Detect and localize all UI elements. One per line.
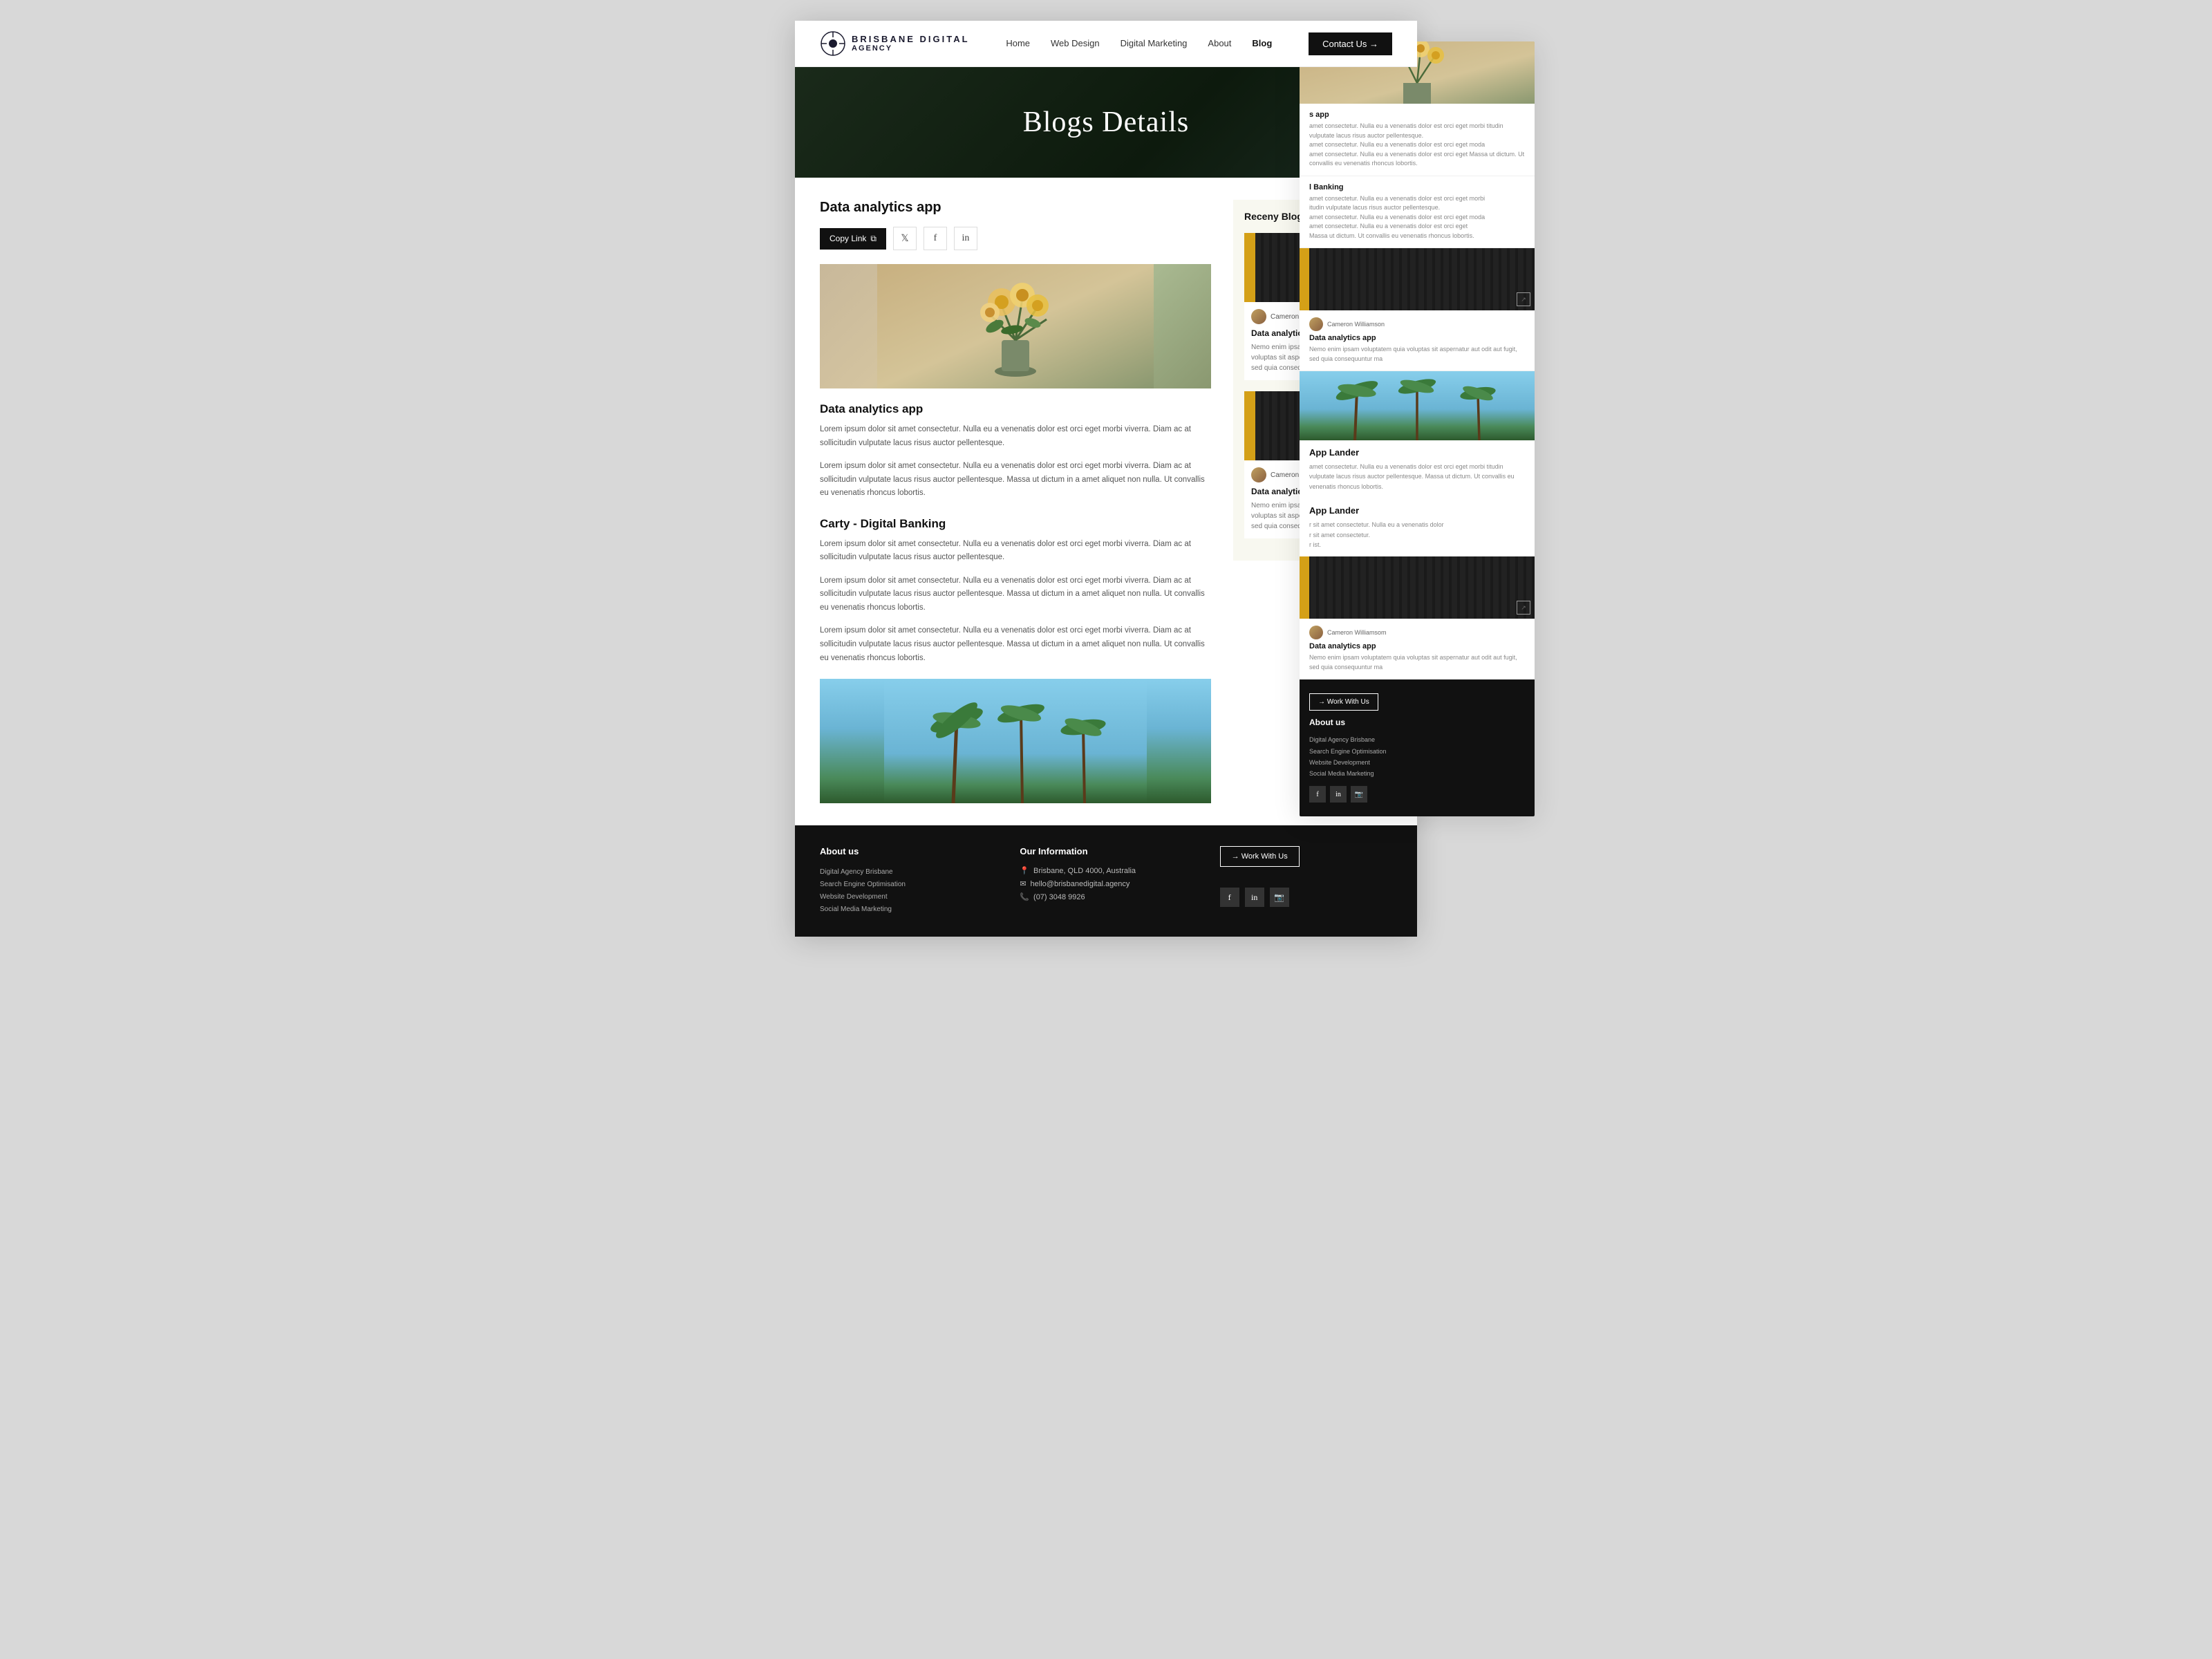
overflow-item-1: s app amet consectetur. Nulla eu a venen… [1300, 104, 1535, 176]
overflow-dark-arrow-2[interactable]: ↗ [1517, 601, 1530, 615]
overflow-footer-social: f in 📷 [1309, 786, 1525, 803]
overflow-dark-image-1: ↗ [1300, 248, 1535, 310]
share-bar: Copy Link ⧉ 𝕏 f in [820, 227, 1211, 250]
overflow-footer-about-title: About us [1309, 718, 1525, 727]
overflow-text-2: amet consectetur. Nulla eu a venenatis d… [1309, 194, 1525, 241]
footer-phone-link[interactable]: 📞 (07) 3048 9926 [1020, 892, 1192, 901]
overflow-footer-facebook[interactable]: f [1309, 786, 1326, 803]
footer-facebook-button[interactable]: f [1220, 888, 1239, 907]
overflow-dark-image-2: ↗ [1300, 556, 1535, 619]
logo-text: BRISBANE DIGITAL AGENCY [852, 34, 970, 54]
footer-email-link[interactable]: ✉ hello@brisbanedigital.agency [1020, 879, 1192, 888]
twitter-share-button[interactable]: 𝕏 [893, 227, 917, 250]
overflow-dark-card-2: ↗ Cameron Williamsom Data analytics app … [1300, 556, 1535, 679]
overflow-dark-arrow-1[interactable]: ↗ [1517, 292, 1530, 306]
overflow-card-1-body: Cameron Williamson Data analytics app Ne… [1300, 310, 1535, 371]
overflow-author-1: Cameron Williamson [1327, 321, 1385, 328]
section2-body1: Lorem ipsum dolor sit amet consectetur. … [820, 538, 1211, 565]
linkedin-share-button[interactable]: in [954, 227, 977, 250]
overflow-app-lander-text-1: amet consectetur. Nulla eu a venenatis d… [1309, 462, 1525, 491]
contact-button[interactable]: Contact Us → [1309, 32, 1392, 55]
footer-social-links: f in 📷 [1220, 888, 1392, 907]
overflow-item-2: l Banking amet consectetur. Nulla eu a v… [1300, 176, 1535, 249]
overflow-app-lander-label-2: App Lander [1309, 505, 1525, 516]
overflow-label-2: l Banking [1309, 183, 1525, 191]
footer-about: About us Digital Agency Brisbane Search … [820, 846, 992, 916]
overflow-trees-image [1300, 371, 1535, 440]
overflow-avatar-1 [1309, 317, 1323, 331]
section1-title: Data analytics app [820, 402, 1211, 416]
overflow-card-2-title: Data analytics app [1309, 642, 1525, 650]
section2-title: Carty - Digital Banking [820, 517, 1211, 531]
overflow-author-row-2: Cameron Williamsom [1309, 626, 1525, 639]
footer-location-link[interactable]: 📍 Brisbane, QLD 4000, Australia [1020, 866, 1192, 875]
overflow-footer-instagram[interactable]: 📷 [1351, 786, 1367, 803]
navbar: BRISBANE DIGITAL AGENCY Home Web Design … [795, 21, 1417, 67]
footer-about-title: About us [820, 846, 992, 856]
nav-item-webdesign[interactable]: Web Design [1051, 37, 1100, 50]
footer: About us Digital Agency Brisbane Search … [795, 825, 1417, 937]
copy-icon: ⧉ [870, 234, 877, 244]
flower-image-svg [820, 264, 1211, 388]
overflow-text-1: amet consectetur. Nulla eu a venenatis d… [1309, 122, 1525, 169]
location-icon: 📍 [1020, 866, 1029, 875]
overflow-footer: → Work With Us About us Digital Agency B… [1300, 679, 1535, 816]
section1-body1: Lorem ipsum dolor sit amet consectetur. … [820, 423, 1211, 450]
logo: BRISBANE DIGITAL AGENCY [820, 30, 970, 57]
overflow-label-1: s app [1309, 111, 1525, 119]
overflow-avatar-2 [1309, 626, 1323, 639]
nav-item-about[interactable]: About [1208, 37, 1231, 50]
blog-card-1-avatar [1251, 309, 1266, 324]
article-content: Data analytics app Copy Link ⧉ 𝕏 f in [820, 200, 1233, 803]
section2-body2: Lorem ipsum dolor sit amet consectetur. … [820, 574, 1211, 615]
trees-svg [820, 679, 1211, 803]
right-overflow-panel: s app amet consectetur. Nulla eu a venen… [1300, 41, 1535, 816]
facebook-icon: f [934, 233, 937, 244]
overflow-footer-linkedin[interactable]: in [1330, 786, 1347, 803]
overflow-card-1-excerpt: Nemo enim ipsam voluptatem quia voluptas… [1309, 345, 1525, 364]
overflow-trees-svg [1300, 371, 1535, 440]
navbar-nav: Home Web Design Digital Marketing About … [1006, 37, 1272, 50]
overflow-dark-card-1: ↗ Cameron Williamson Data analytics app … [1300, 248, 1535, 371]
phone-icon: 📞 [1020, 892, 1029, 901]
logo-icon [820, 30, 846, 57]
article-hero-image [820, 264, 1211, 388]
hero-title: Blogs Details [1023, 106, 1190, 139]
nav-item-blog[interactable]: Blog [1252, 37, 1272, 50]
overflow-app-lander-text-2: r sit amet consectetur. Nulla eu a venen… [1309, 520, 1525, 550]
overflow-card-1-title: Data analytics app [1309, 334, 1525, 342]
footer-linkedin-button[interactable]: in [1245, 888, 1264, 907]
twitter-icon: 𝕏 [901, 233, 908, 245]
overflow-work-with-us-button[interactable]: → Work With Us [1309, 693, 1378, 711]
trees-image [820, 679, 1211, 803]
footer-instagram-button[interactable]: 📷 [1270, 888, 1289, 907]
footer-work: → Work With Us f in 📷 [1220, 846, 1392, 916]
section2-body3: Lorem ipsum dolor sit amet consectetur. … [820, 624, 1211, 665]
footer-info: Our Information 📍 Brisbane, QLD 4000, Au… [1020, 846, 1192, 916]
overflow-author-2: Cameron Williamsom [1327, 629, 1387, 636]
nav-item-home[interactable]: Home [1006, 37, 1030, 50]
facebook-share-button[interactable]: f [924, 227, 947, 250]
section1-body2: Lorem ipsum dolor sit amet consectetur. … [820, 460, 1211, 500]
email-icon: ✉ [1020, 879, 1026, 888]
overflow-app-lander-label-1: App Lander [1309, 447, 1525, 458]
nav-item-digitalmarketing[interactable]: Digital Marketing [1121, 37, 1188, 50]
linkedin-icon: in [962, 233, 970, 244]
copy-link-button[interactable]: Copy Link ⧉ [820, 228, 886, 250]
overflow-app-lander-1: App Lander amet consectetur. Nulla eu a … [1300, 440, 1535, 498]
footer-info-title: Our Information [1020, 846, 1192, 856]
work-with-us-button[interactable]: → Work With Us [1220, 846, 1300, 867]
overflow-card-2-excerpt: Nemo enim ipsam voluptatem quia voluptas… [1309, 653, 1525, 672]
overflow-footer-about-text: Digital Agency Brisbane Search Engine Op… [1309, 734, 1525, 779]
overflow-app-lander-2: App Lander r sit amet consectetur. Nulla… [1300, 498, 1535, 556]
footer-about-text: Digital Agency Brisbane Search Engine Op… [820, 866, 992, 916]
overflow-card-2-body: Cameron Williamsom Data analytics app Ne… [1300, 619, 1535, 679]
article-main-title: Data analytics app [820, 200, 1211, 216]
overflow-author-row-1: Cameron Williamson [1309, 317, 1525, 331]
blog-card-2-avatar [1251, 467, 1266, 482]
overflow-trees-section [1300, 371, 1535, 440]
